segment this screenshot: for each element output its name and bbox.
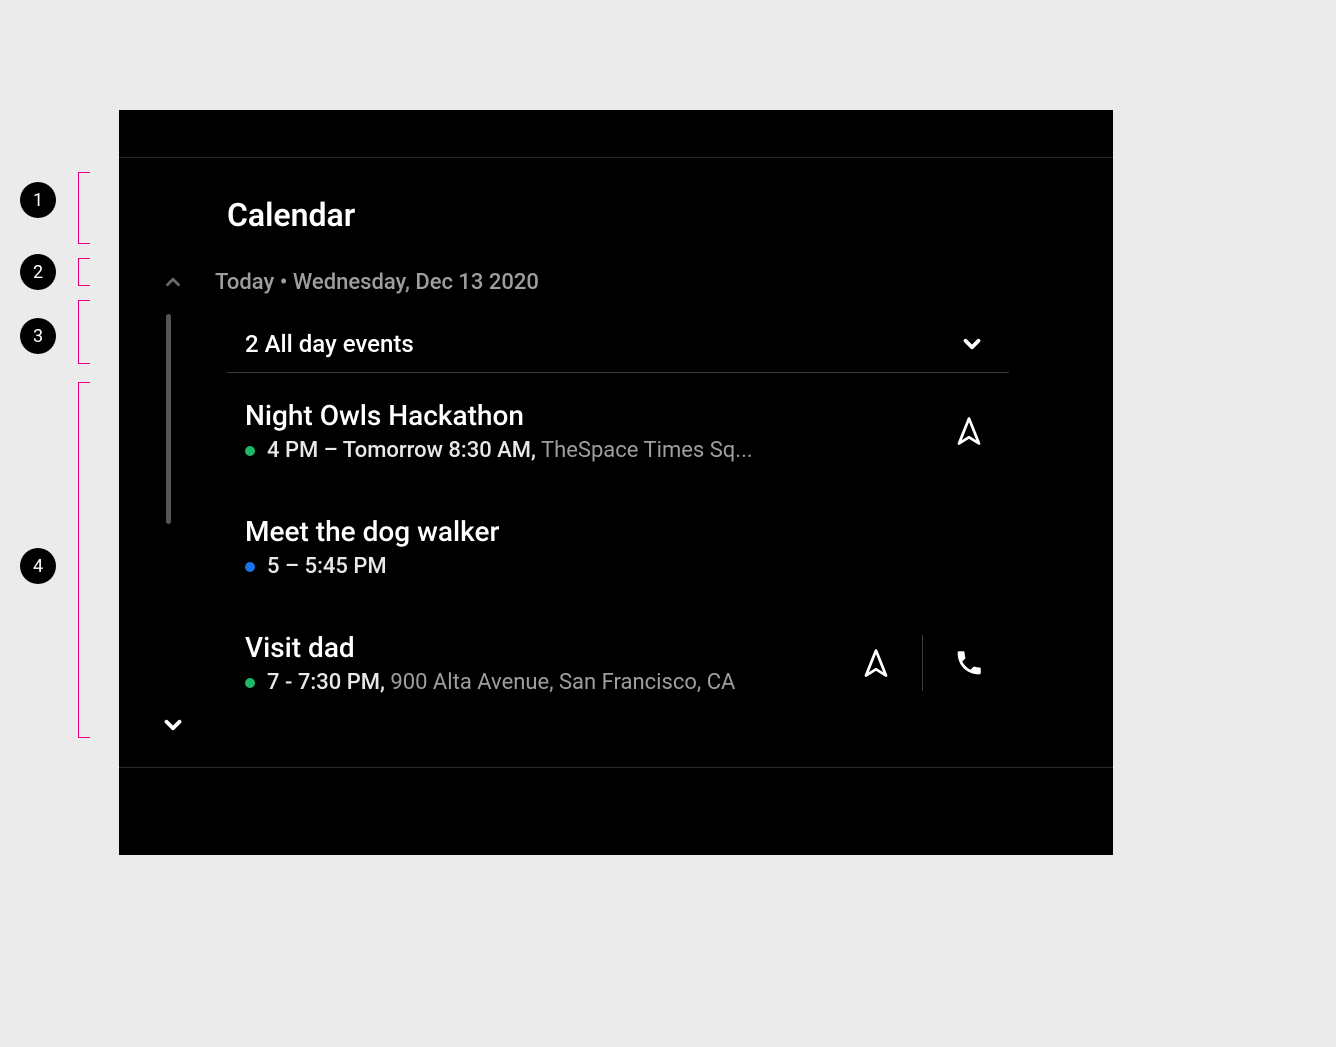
scroll-indicator [166,314,171,524]
chevron-down-icon [160,712,186,738]
annotation-marker-2: 2 [20,254,56,290]
navigation-icon [954,416,984,446]
event-row[interactable]: Visit dad 7 - 7:30 PM, 900 Alta Avenue, … [227,605,1009,721]
event-time: 4 PM – Tomorrow 8:30 AM, [267,438,536,463]
annotation-marker-3: 3 [20,318,56,354]
event-location: 900 Alta Avenue, San Francisco, CA [390,670,735,695]
scroll-up-button[interactable] [159,268,187,296]
event-time: 7 - 7:30 PM, [267,670,385,695]
all-day-label: 2 All day events [245,330,414,358]
annotation-bracket-1 [78,172,90,244]
event-location: TheSpace Times Sq... [541,438,753,463]
navigation-icon [861,648,891,678]
nav-bar [119,767,1113,855]
event-list: 2 All day events Night Owls Hackathon 4 … [227,316,1009,721]
status-bar [119,110,1113,158]
event-row[interactable]: Meet the dog walker 5 – 5:45 PM [227,489,1009,605]
annotation-bracket-3 [78,300,90,364]
navigate-button[interactable] [941,403,997,459]
status-dot [245,678,255,688]
annotation-marker-4: 4 [20,548,56,584]
event-meta: 5 – 5:45 PM [245,554,997,579]
status-dot [245,446,255,456]
navigate-button[interactable] [848,635,904,691]
page-title: Calendar [227,196,1113,234]
annotation-bracket-4 [78,382,90,738]
annotation-bracket-2 [78,258,90,286]
event-meta: 7 - 7:30 PM, 900 Alta Avenue, San Franci… [245,670,848,695]
scroll-down-button[interactable] [159,711,187,739]
event-main: Visit dad 7 - 7:30 PM, 900 Alta Avenue, … [245,631,848,695]
event-title: Meet the dog walker [245,515,997,548]
event-title: Night Owls Hackathon [245,399,941,432]
action-separator [922,635,923,691]
chevron-down-icon [959,331,985,357]
event-main: Meet the dog walker 5 – 5:45 PM [245,515,997,579]
date-row: Today • Wednesday, Dec 13 2020 [159,268,1113,296]
device-frame: Calendar Today • Wednesday, Dec 13 2020 … [119,110,1113,855]
chevron-up-icon [162,271,184,293]
calendar-screen: Calendar Today • Wednesday, Dec 13 2020 … [119,158,1113,767]
event-actions [941,403,997,459]
event-time: 5 – 5:45 PM [267,554,387,579]
event-meta: 4 PM – Tomorrow 8:30 AM, TheSpace Times … [245,438,941,463]
annotation-marker-1: 1 [20,182,56,218]
call-button[interactable] [941,635,997,691]
event-title: Visit dad [245,631,848,664]
all-day-row[interactable]: 2 All day events [227,316,1009,372]
date-label: Today • Wednesday, Dec 13 2020 [215,270,539,295]
event-actions [848,635,997,691]
event-main: Night Owls Hackathon 4 PM – Tomorrow 8:3… [245,399,941,463]
status-dot [245,562,255,572]
event-row[interactable]: Night Owls Hackathon 4 PM – Tomorrow 8:3… [227,373,1009,489]
phone-icon [954,648,984,678]
